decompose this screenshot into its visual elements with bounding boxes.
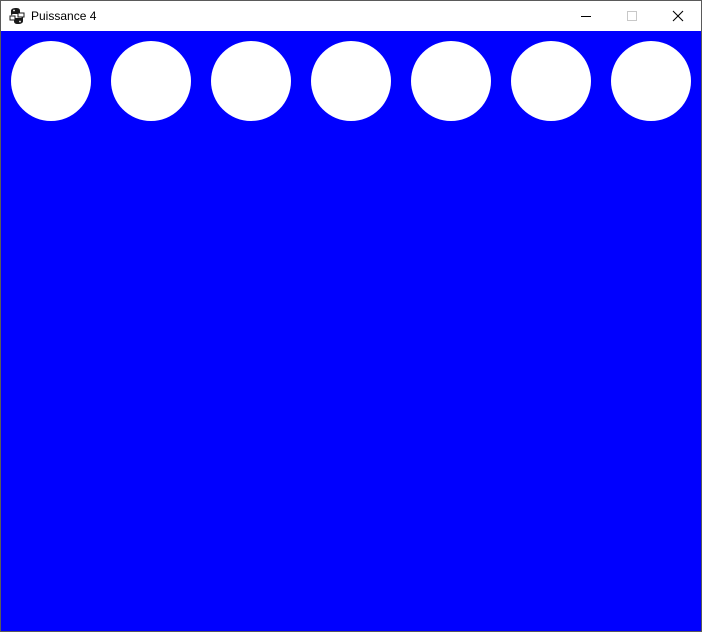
game-window: Puissance 4 <box>0 0 702 632</box>
close-icon <box>672 10 684 22</box>
board-slot-col-5[interactable] <box>411 41 491 121</box>
minimize-icon <box>581 16 591 17</box>
game-board[interactable] <box>1 31 701 631</box>
window-title: Puissance 4 <box>31 9 97 23</box>
python-icon <box>9 8 25 24</box>
board-slot-col-3[interactable] <box>211 41 291 121</box>
board-slot-col-7[interactable] <box>611 41 691 121</box>
board-slot-col-6[interactable] <box>511 41 591 121</box>
board-slot-col-2[interactable] <box>111 41 191 121</box>
maximize-button[interactable] <box>609 1 655 31</box>
board-slot-col-4[interactable] <box>311 41 391 121</box>
title-bar[interactable]: Puissance 4 <box>1 1 701 31</box>
minimize-button[interactable] <box>563 1 609 31</box>
maximize-icon <box>627 11 637 21</box>
close-button[interactable] <box>655 1 701 31</box>
board-slot-col-1[interactable] <box>11 41 91 121</box>
